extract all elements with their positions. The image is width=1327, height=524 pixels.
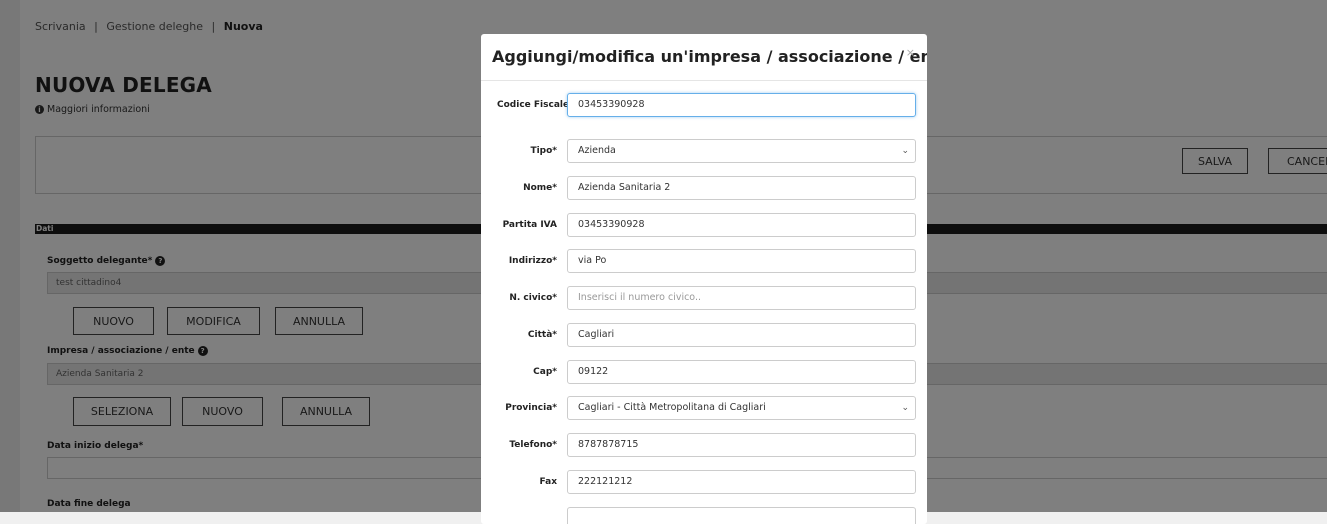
- cap-label: Cap*: [533, 367, 557, 377]
- tipo-label: Tipo*: [530, 146, 557, 156]
- chevron-down-icon: ⌄: [901, 403, 909, 413]
- indirizzo-label: Indirizzo*: [508, 256, 557, 266]
- tipo-value: Azienda: [578, 145, 616, 156]
- civico-input[interactable]: Inserisci il numero civico..: [567, 286, 916, 310]
- nome-label: Nome*: [523, 183, 557, 193]
- indirizzo-input[interactable]: via Po: [567, 249, 916, 273]
- tipo-select[interactable]: Azienda ⌄: [567, 139, 916, 163]
- next-input[interactable]: [567, 507, 916, 524]
- close-icon[interactable]: ×: [906, 46, 915, 59]
- codice-fiscale-input[interactable]: 03453390928: [567, 93, 916, 117]
- nome-input[interactable]: Azienda Sanitaria 2: [567, 176, 916, 200]
- partita-iva-label: Partita IVA: [502, 220, 557, 230]
- telefono-input[interactable]: 8787878715: [567, 433, 916, 457]
- impresa-modal: Aggiungi/modifica un'impresa / associazi…: [481, 34, 927, 524]
- codice-fiscale-label: Codice Fiscale*: [497, 100, 574, 110]
- telefono-label: Telefono*: [509, 440, 557, 450]
- provincia-label: Provincia*: [505, 403, 557, 413]
- citta-label: Città*: [527, 330, 557, 340]
- civico-label: N. civico*: [509, 293, 557, 303]
- citta-input[interactable]: Cagliari: [567, 323, 916, 347]
- partita-iva-input[interactable]: 03453390928: [567, 213, 916, 237]
- fax-input[interactable]: 222121212: [567, 470, 916, 494]
- chevron-down-icon: ⌄: [901, 146, 909, 156]
- modal-title: Aggiungi/modifica un'impresa / associazi…: [492, 47, 927, 66]
- modal-header: Aggiungi/modifica un'impresa / associazi…: [481, 34, 927, 81]
- cap-input[interactable]: 09122: [567, 360, 916, 384]
- provincia-select[interactable]: Cagliari - Città Metropolitana di Caglia…: [567, 396, 916, 420]
- provincia-value: Cagliari - Città Metropolitana di Caglia…: [578, 402, 766, 413]
- fax-label: Fax: [539, 477, 558, 487]
